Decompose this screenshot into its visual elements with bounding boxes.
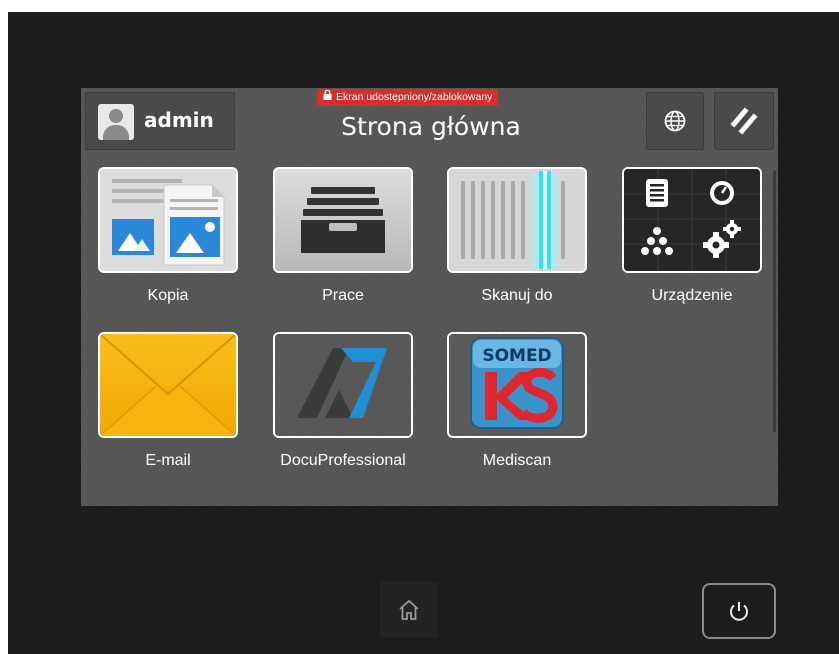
tile-skanuj-do[interactable]: [447, 167, 587, 273]
envelope-icon: [100, 334, 236, 436]
reset-slash-icon: [730, 107, 758, 135]
power-button[interactable]: [702, 583, 776, 639]
home-icon: [399, 599, 419, 620]
tile-email[interactable]: [98, 332, 238, 438]
tile-prace[interactable]: [273, 167, 413, 273]
user-name: admin: [144, 108, 214, 132]
language-button[interactable]: [646, 92, 704, 150]
lock-status-banner: Ekran udostępniony/zablokowany: [317, 89, 499, 106]
scan-icon: [449, 169, 585, 271]
user-avatar-icon: [98, 104, 134, 140]
tile-docuprofessional-label: DocuProfessional: [280, 452, 406, 469]
tile-skanuj-do-label: Skanuj do: [481, 287, 553, 304]
tile-kopia[interactable]: [98, 167, 238, 273]
tile-docuprofessional[interactable]: [273, 332, 413, 438]
somed-logo-text: SOMED: [482, 346, 551, 366]
docuprofessional-logo: [275, 334, 411, 436]
tile-mediscan[interactable]: SOMED: [447, 332, 587, 438]
copy-icon: [100, 169, 236, 271]
somed-ks-logo: SOMED: [449, 334, 585, 436]
jobs-tray-icon: [275, 169, 411, 271]
device-settings-icon: [624, 169, 760, 271]
tile-kopia-label: Kopia: [147, 287, 189, 304]
tile-email-label: E-mail: [145, 452, 191, 469]
scrollbar[interactable]: [773, 170, 776, 432]
home-button[interactable]: [380, 582, 438, 638]
page-title: Strona główna: [341, 112, 521, 141]
lock-banner-text: Ekran udostępniony/zablokowany: [336, 91, 493, 103]
globe-icon: [664, 110, 686, 132]
tile-mediscan-label: Mediscan: [482, 452, 552, 469]
lock-icon: [323, 89, 332, 106]
tile-urzadzenie[interactable]: [622, 167, 762, 273]
tile-prace-label: Prace: [322, 287, 364, 304]
home-screen: admin Ekran udostępniony/zablokowany Str…: [81, 88, 778, 506]
power-icon: [730, 602, 748, 621]
tile-urzadzenie-label: Urządzenie: [651, 287, 733, 304]
user-account-button[interactable]: admin: [85, 92, 235, 150]
reset-button[interactable]: [714, 92, 774, 150]
